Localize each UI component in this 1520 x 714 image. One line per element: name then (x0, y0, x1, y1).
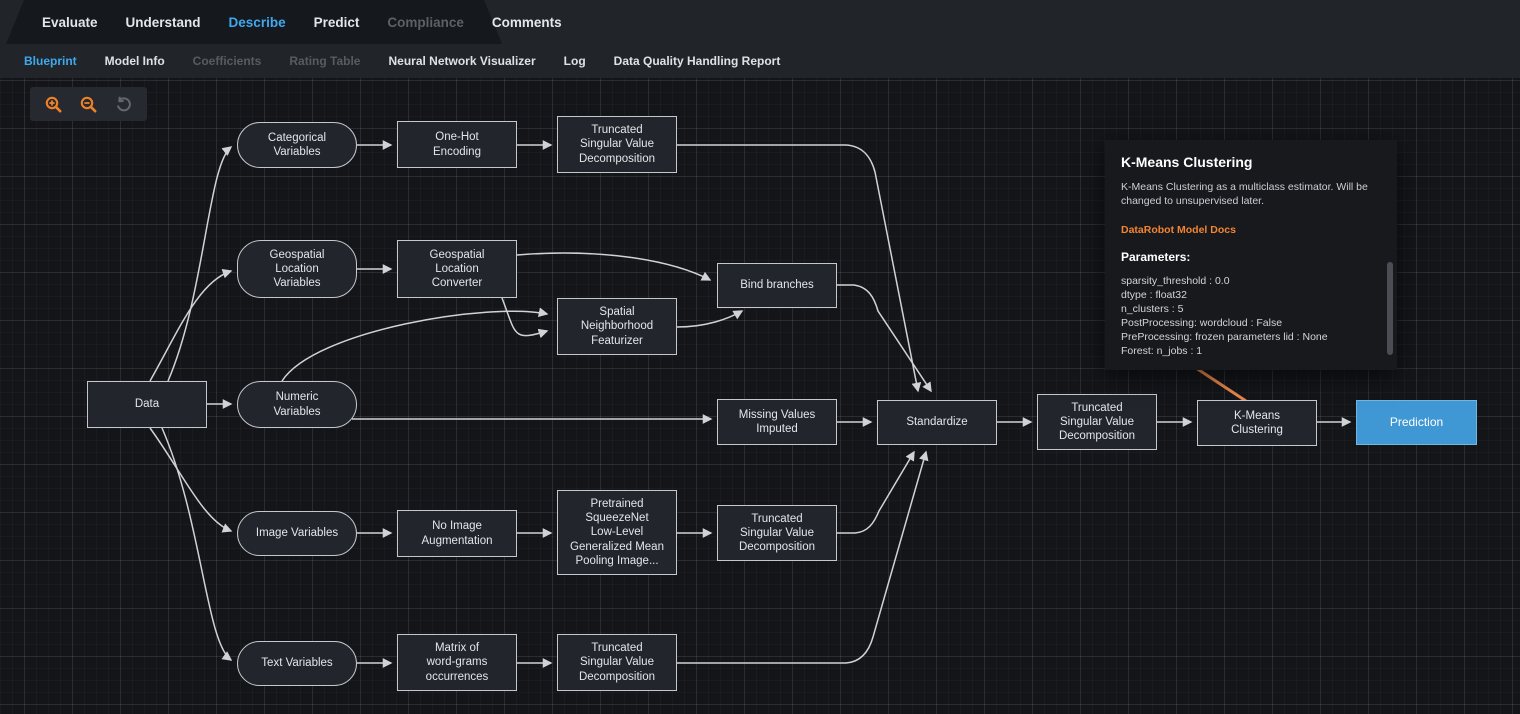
tab-describe[interactable]: Describe (215, 15, 300, 30)
tab-evaluate[interactable]: Evaluate (28, 15, 112, 30)
node-data[interactable]: Data (87, 381, 207, 428)
tooltip-docs-link[interactable]: DataRobot Model Docs (1121, 224, 1236, 236)
tooltip-title: K-Means Clustering (1121, 154, 1381, 170)
subtab-coefficients: Coefficients (179, 54, 276, 68)
tooltip-param: Forest: n_jobs : 1 (1121, 345, 1381, 359)
tab-compliance: Compliance (373, 15, 478, 30)
tooltip-params-heading: Parameters: (1121, 250, 1381, 264)
subtab-data-quality-handling-report[interactable]: Data Quality Handling Report (600, 54, 795, 68)
subtab-rating-table: Rating Table (275, 54, 374, 68)
node-tsvd-image[interactable]: Truncated Singular Value Decomposition (717, 505, 837, 561)
tooltip-description: K-Means Clustering as a multiclass estim… (1121, 180, 1381, 208)
node-tooltip: K-Means Clustering K-Means Clustering as… (1105, 140, 1397, 370)
node-tsvd-text[interactable]: Truncated Singular Value Decomposition (557, 634, 677, 691)
node-prediction[interactable]: Prediction (1356, 400, 1477, 445)
node-spatial-neighborhood-featurizer[interactable]: Spatial Neighborhood Featurizer (557, 298, 677, 355)
rotate-ccw-icon (114, 95, 133, 114)
node-categorical-variables[interactable]: Categorical Variables (237, 122, 357, 168)
magnifier-plus-icon (44, 95, 63, 114)
node-no-image-augmentation[interactable]: No Image Augmentation (397, 510, 517, 557)
tooltip-param: dtype : float32 (1121, 289, 1381, 303)
tab-understand[interactable]: Understand (112, 15, 215, 30)
node-text-variables[interactable]: Text Variables (237, 641, 357, 686)
zoom-out-button[interactable] (77, 92, 101, 116)
header: EvaluateUnderstandDescribePredictComplia… (0, 0, 1520, 78)
node-tsvd-final[interactable]: Truncated Singular Value Decomposition (1037, 394, 1157, 450)
tooltip-scrollbar-thumb[interactable] (1387, 262, 1393, 355)
secondary-tabs: BlueprintModel InfoCoefficientsRating Ta… (10, 44, 794, 78)
node-geospatial-location-converter[interactable]: Geospatial Location Converter (397, 240, 517, 298)
node-tsvd-categorical[interactable]: Truncated Singular Value Decomposition (557, 116, 677, 173)
subtab-model-info[interactable]: Model Info (91, 54, 179, 68)
tooltip-param: sparsity_threshold : 0.0 (1121, 275, 1381, 289)
subtab-neural-network-visualizer[interactable]: Neural Network Visualizer (374, 54, 549, 68)
node-standardize[interactable]: Standardize (877, 400, 997, 445)
node-k-means-clustering[interactable]: K-Means Clustering (1197, 400, 1317, 446)
zoom-toolbar (30, 87, 147, 121)
tooltip-param: PostProcessing: wordcloud : False (1121, 317, 1381, 331)
node-geospatial-location-variables[interactable]: Geospatial Location Variables (237, 240, 357, 298)
tab-predict[interactable]: Predict (300, 15, 374, 30)
subtab-blueprint[interactable]: Blueprint (10, 54, 91, 68)
node-pretrained-squeezenet[interactable]: Pretrained SqueezeNet Low-Level Generali… (557, 490, 677, 575)
magnifier-minus-icon (79, 95, 98, 114)
reset-view-button[interactable] (112, 92, 136, 116)
primary-tabs: EvaluateUnderstandDescribePredictComplia… (14, 0, 590, 44)
node-bind-branches[interactable]: Bind branches (717, 263, 837, 308)
node-missing-values-imputed[interactable]: Missing Values Imputed (717, 399, 837, 445)
tab-comments[interactable]: Comments (478, 15, 576, 30)
tooltip-param: PreProcessing: frozen parameters lid : N… (1121, 331, 1381, 345)
tooltip-param: n_clusters : 5 (1121, 303, 1381, 317)
node-one-hot-encoding[interactable]: One-Hot Encoding (397, 121, 517, 168)
subtab-log[interactable]: Log (550, 54, 600, 68)
node-image-variables[interactable]: Image Variables (237, 511, 357, 556)
zoom-in-button[interactable] (41, 92, 65, 116)
node-matrix-word-grams[interactable]: Matrix of word-grams occurrences (397, 634, 517, 691)
tooltip-params-list: sparsity_threshold : 0.0dtype : float32n… (1121, 275, 1381, 358)
node-numeric-variables[interactable]: Numeric Variables (237, 381, 357, 428)
